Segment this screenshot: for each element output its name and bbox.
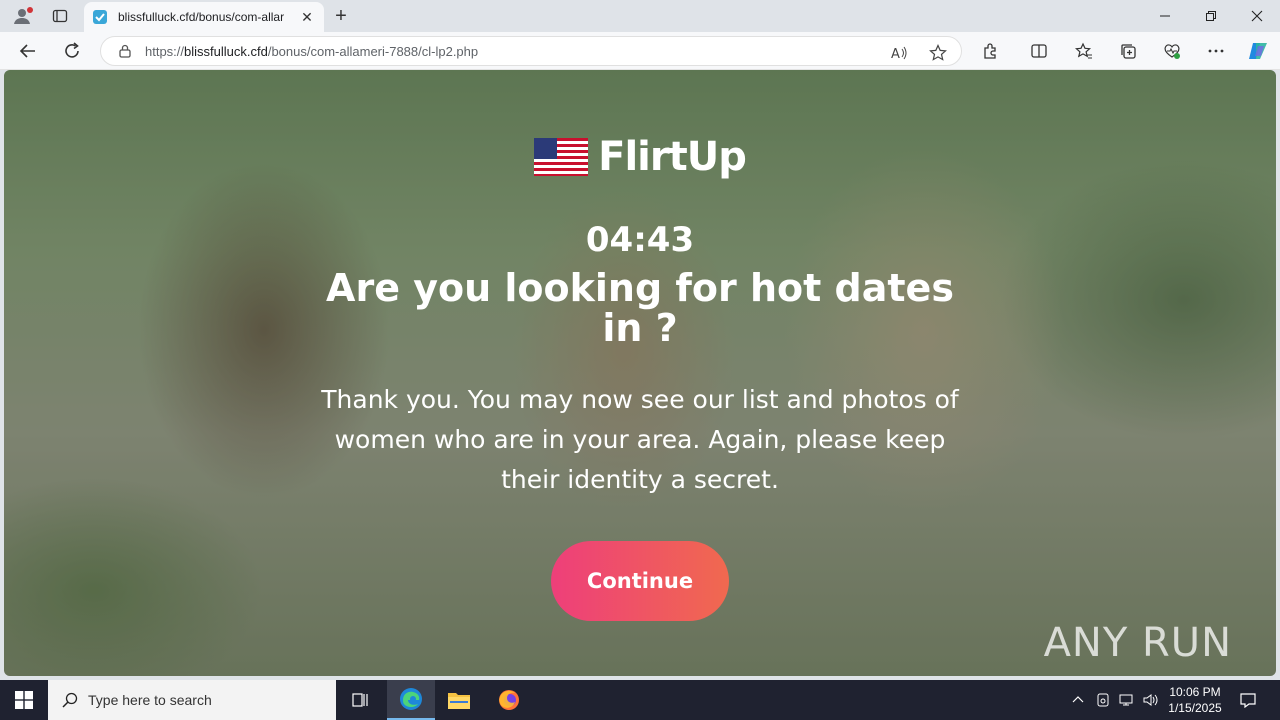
- notification-dot: [27, 7, 33, 13]
- notification-icon: [1240, 693, 1256, 708]
- tray-volume-button[interactable]: [1140, 680, 1162, 720]
- favorite-star-icon[interactable]: [928, 43, 948, 63]
- search-placeholder: Type here to search: [88, 692, 212, 708]
- new-tab-button[interactable]: +: [330, 5, 352, 27]
- taskbar-edge[interactable]: [387, 680, 435, 720]
- brand-logo: FlirtUp: [4, 134, 1276, 180]
- close-window-button[interactable]: [1234, 0, 1280, 32]
- url-text[interactable]: https://blissfulluck.cfd/bonus/com-allam…: [145, 44, 478, 59]
- task-view-icon: [352, 693, 368, 707]
- edge-browser-icon: [400, 688, 422, 710]
- back-button[interactable]: [14, 37, 42, 65]
- brand-name: FlirtUp: [598, 134, 747, 180]
- split-screen-icon: [1031, 44, 1047, 58]
- site-favicon-icon: [93, 10, 107, 24]
- windows-taskbar: Type here to search 10:06 PM 1/15/2025: [0, 680, 1280, 720]
- continue-button[interactable]: Continue: [551, 541, 729, 621]
- address-bar[interactable]: https://blissfulluck.cfd/bonus/com-allam…: [100, 36, 962, 66]
- copilot-button[interactable]: [1244, 37, 1272, 65]
- web-page: FlirtUp 04:43 Are you looking for hot da…: [4, 70, 1276, 676]
- minimize-button[interactable]: [1142, 0, 1188, 32]
- extensions-icon: [984, 43, 996, 59]
- taskbar-file-explorer[interactable]: [435, 680, 483, 720]
- system-clock[interactable]: 10:06 PM 1/15/2025: [1160, 684, 1230, 716]
- more-dots-icon: [1208, 49, 1224, 53]
- page-message: Thank you. You may now see our list and …: [321, 385, 959, 494]
- tray-overflow-button[interactable]: [1068, 680, 1088, 720]
- countdown-timer: 04:43: [585, 220, 695, 260]
- us-flag-icon: [534, 138, 589, 176]
- anyrun-watermark: ANY RUN: [1043, 620, 1232, 666]
- split-screen-button[interactable]: [1025, 37, 1053, 65]
- chevron-up-icon: [1072, 696, 1084, 703]
- favorites-icon: [1075, 42, 1092, 59]
- lock-icon[interactable]: [117, 43, 133, 59]
- refresh-icon: [65, 42, 79, 58]
- back-arrow-icon: [19, 44, 35, 58]
- close-icon: [1251, 10, 1263, 22]
- read-aloud-icon[interactable]: A: [889, 43, 909, 63]
- heartbeat-icon: [1164, 44, 1180, 59]
- tab-strip: blissfulluck.cfd/bonus/com-allar ✕ +: [0, 0, 1280, 32]
- network-icon: [1119, 694, 1133, 706]
- extensions-button[interactable]: [977, 37, 1005, 65]
- firefox-icon: [499, 690, 519, 710]
- profile-button[interactable]: [8, 4, 36, 28]
- refresh-button[interactable]: [58, 37, 86, 65]
- minimize-icon: [1160, 15, 1170, 17]
- task-view-button[interactable]: [336, 680, 384, 720]
- restore-button[interactable]: [1188, 0, 1234, 32]
- taskbar-firefox[interactable]: [485, 680, 533, 720]
- page-headline: Are you looking for hot dates in ?: [326, 266, 954, 350]
- active-tab[interactable]: blissfulluck.cfd/bonus/com-allar ✕: [84, 2, 324, 32]
- search-icon: [62, 692, 78, 708]
- start-button[interactable]: [0, 680, 48, 720]
- svg-text:A: A: [891, 47, 900, 62]
- folder-icon: [448, 693, 470, 709]
- volume-icon: [1143, 694, 1158, 706]
- browser-essentials-button[interactable]: [1158, 37, 1186, 65]
- more-menu-button[interactable]: [1202, 37, 1230, 65]
- tab-actions-button[interactable]: [46, 4, 74, 28]
- restore-icon: [1206, 11, 1216, 21]
- collections-button[interactable]: [1114, 37, 1142, 65]
- tray-network-button[interactable]: [1116, 680, 1138, 720]
- tab-actions-icon: [52, 9, 68, 23]
- tab-title: blissfulluck.cfd/bonus/com-allar: [118, 10, 285, 24]
- copilot-icon: [1249, 43, 1267, 59]
- notifications-button[interactable]: [1236, 680, 1260, 720]
- favorites-button[interactable]: [1070, 37, 1098, 65]
- windows-logo-icon: [15, 691, 33, 709]
- taskbar-search-box[interactable]: Type here to search: [48, 680, 336, 720]
- browser-toolbar: https://blissfulluck.cfd/bonus/com-allam…: [0, 32, 1280, 70]
- tray-device-button[interactable]: [1093, 680, 1113, 720]
- clock-time: 10:06 PM: [1169, 685, 1221, 699]
- clock-date: 1/15/2025: [1168, 701, 1222, 715]
- tab-close-icon[interactable]: ✕: [298, 8, 316, 26]
- collections-icon: [1121, 44, 1136, 59]
- device-icon: [1097, 693, 1109, 707]
